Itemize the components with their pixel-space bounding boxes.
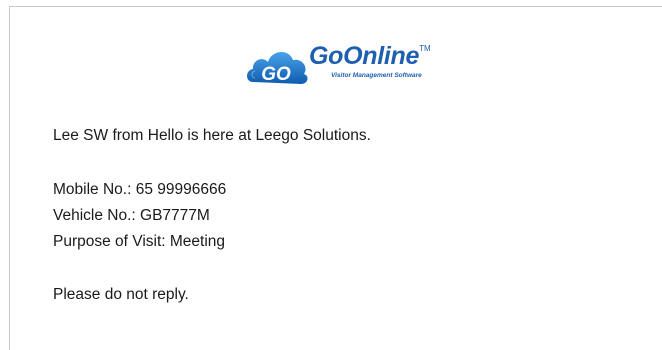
brand-prefix: Go bbox=[309, 42, 344, 70]
trademark-mark: TM bbox=[419, 44, 431, 53]
vehicle-number: Vehicle No.: GB7777M bbox=[53, 207, 210, 224]
goonline-logo: GO GoOnlineTM Visitor Management Softwar… bbox=[243, 38, 433, 94]
brand-wordmark: GoOnlineTM bbox=[309, 42, 431, 71]
purpose-of-visit: Purpose of Visit: Meeting bbox=[53, 233, 226, 250]
mobile-number: Mobile No.: 65 99996666 bbox=[53, 181, 227, 198]
arrival-message: Lee SW from Hello is here at Leego Solut… bbox=[53, 127, 371, 144]
no-reply-notice: Please do not reply. bbox=[53, 286, 189, 303]
cloud-badge-icon: GO bbox=[247, 51, 308, 85]
badge-text: GO bbox=[261, 64, 291, 85]
brand-suffix: Online bbox=[343, 42, 420, 70]
brand-tagline: Visitor Management Software bbox=[331, 72, 422, 79]
